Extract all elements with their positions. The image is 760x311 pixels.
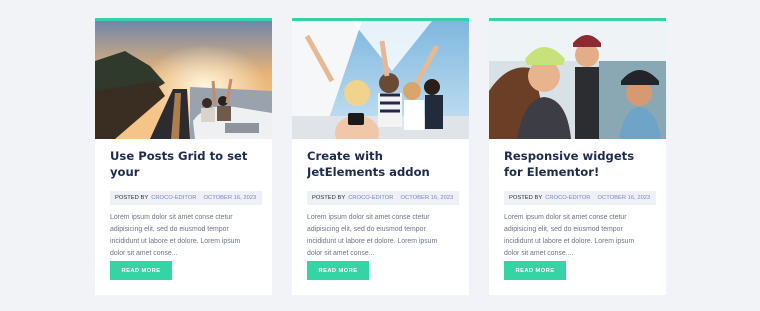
- post-excerpt: Lorem ipsum dolor sit amet conse ctetur …: [504, 214, 635, 257]
- post-card: Use Posts Grid to set your POSTED BY CRO…: [95, 18, 272, 295]
- author-link[interactable]: CROCO-EDITOR: [151, 194, 196, 202]
- post-thumbnail-boat-selfie[interactable]: [292, 21, 469, 139]
- read-more-button[interactable]: READ MORE: [110, 261, 172, 280]
- post-excerpt: Lorem ipsum dolor sit amet conse ctetur …: [110, 214, 241, 257]
- posted-by-label: POSTED BY: [312, 195, 346, 201]
- author-link[interactable]: CROCO-EDITOR: [545, 194, 590, 202]
- friends-portrait-image: [489, 21, 666, 139]
- convertible-sunset-image: [95, 21, 272, 139]
- post-card: Responsive widgets for Elementor! POSTED…: [489, 18, 666, 295]
- read-more-button[interactable]: READ MORE: [307, 261, 369, 280]
- posts-grid: Use Posts Grid to set your POSTED BY CRO…: [95, 18, 666, 295]
- post-excerpt: Lorem ipsum dolor sit amet conse ctetur …: [307, 214, 438, 257]
- post-date[interactable]: OCTOBER 16, 2023: [598, 194, 651, 202]
- post-date[interactable]: OCTOBER 16, 2023: [401, 194, 454, 202]
- post-meta: POSTED BY CROCO-EDITOR OCTOBER 16, 2023: [307, 191, 460, 205]
- post-thumbnail-friends-portrait[interactable]: [489, 21, 666, 139]
- author-link[interactable]: CROCO-EDITOR: [348, 194, 393, 202]
- post-date[interactable]: OCTOBER 16, 2023: [204, 194, 257, 202]
- post-meta: POSTED BY CROCO-EDITOR OCTOBER 16, 2023: [504, 191, 657, 205]
- post-meta: POSTED BY CROCO-EDITOR OCTOBER 16, 2023: [110, 191, 263, 205]
- post-title[interactable]: Responsive widgets for Elementor!: [504, 148, 651, 180]
- post-title[interactable]: Use Posts Grid to set your: [110, 148, 257, 180]
- read-more-button[interactable]: READ MORE: [504, 261, 566, 280]
- posted-by-label: POSTED BY: [115, 195, 149, 201]
- post-thumbnail-convertible-sunset[interactable]: [95, 21, 272, 139]
- post-card: Create with JetElements addon POSTED BY …: [292, 18, 469, 295]
- post-title[interactable]: Create with JetElements addon: [307, 148, 454, 180]
- posted-by-label: POSTED BY: [509, 195, 543, 201]
- boat-selfie-image: [292, 21, 469, 139]
